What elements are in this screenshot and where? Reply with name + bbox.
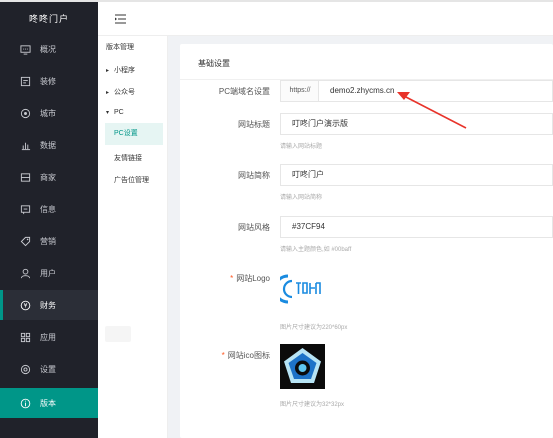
- bar-chart-icon: [20, 140, 31, 151]
- required-marker: *: [230, 274, 234, 283]
- nav-item-label: 概况: [40, 44, 56, 54]
- nav-item-label: 城市: [40, 108, 56, 118]
- settings-card: 基础设置: [180, 44, 553, 438]
- nav-item-marketing[interactable]: 营销: [0, 226, 98, 256]
- location-icon: [20, 108, 31, 119]
- nav-item-label: 商家: [40, 172, 56, 182]
- site-style-label: 网站风格: [238, 223, 270, 232]
- nav-item-overview[interactable]: 概况: [0, 34, 98, 64]
- nav-item-user[interactable]: 用户: [0, 258, 98, 288]
- submenu-group-label: 小程序: [114, 67, 135, 74]
- domain-label: PC端域名设置: [218, 87, 270, 96]
- store-icon: [20, 172, 31, 183]
- site-style-hint: 请输入主题颜色,如 #00baff: [280, 247, 352, 253]
- submenu-item-pc-settings[interactable]: PC设置: [105, 123, 163, 145]
- site-ico-hint: 图片尺寸建议为32*32px: [280, 402, 345, 408]
- nav-item-data[interactable]: 数据: [0, 130, 98, 160]
- submenu-placeholder: [105, 326, 131, 342]
- caret-down-icon: ▾: [106, 110, 110, 116]
- site-short-hint: 请输入网站简称: [280, 195, 323, 201]
- required-marker: *: [221, 351, 225, 360]
- svg-text:¥: ¥: [24, 302, 28, 309]
- nav-item-label: 营销: [40, 236, 56, 246]
- layout-icon: [20, 76, 31, 87]
- app-logo-title: 咚咚门户: [28, 14, 69, 24]
- monitor-icon: [20, 44, 31, 55]
- nav-item-city[interactable]: 城市: [0, 98, 98, 128]
- settings-icon: [20, 364, 31, 375]
- site-title-hint: 请输入网站标题: [280, 144, 323, 150]
- site-ico-label-text: 网站ico图标: [227, 351, 270, 360]
- info-icon: [20, 398, 31, 409]
- domain-prefix: https://: [280, 80, 319, 102]
- nav-item-label: 信息: [40, 204, 56, 214]
- tag-icon: [20, 236, 31, 247]
- site-ico-label: * 网站ico图标: [178, 350, 270, 361]
- site-short-input[interactable]: 叮咚门户: [280, 164, 553, 186]
- submenu-group-official-account[interactable]: ▸ 公众号: [106, 87, 135, 97]
- site-ico-image[interactable]: [280, 344, 325, 389]
- submenu-title: 版本管理: [106, 44, 134, 51]
- nav-item-label: 财务: [40, 300, 56, 310]
- submenu-group-miniprogram[interactable]: ▸ 小程序: [106, 65, 135, 75]
- domain-input[interactable]: demo2.zhycms.cn: [318, 80, 553, 102]
- site-logo-label-text: 网站Logo: [236, 274, 270, 283]
- site-short-label: 网站简称: [238, 171, 270, 180]
- nav-item-label: 装修: [40, 76, 56, 86]
- submenu-group-label: PC: [114, 109, 124, 116]
- site-logo-hint: 图片尺寸建议为220*60px: [280, 325, 348, 331]
- finance-icon: ¥: [20, 300, 31, 311]
- message-icon: [20, 204, 31, 215]
- nav-item-merchant[interactable]: 商家: [0, 162, 98, 192]
- caret-right-icon: ▸: [106, 90, 110, 96]
- nav-item-settings[interactable]: 设置: [0, 354, 98, 384]
- nav-item-decorate[interactable]: 装修: [0, 66, 98, 96]
- submenu-item-friend-links[interactable]: 友情链接: [114, 153, 142, 163]
- submenu-item-ad-management[interactable]: 广告位管理: [114, 175, 149, 185]
- site-logo-label: * 网站Logo: [178, 273, 270, 284]
- user-icon: [20, 268, 31, 279]
- site-style-input[interactable]: #37CF94: [280, 216, 553, 238]
- nav-item-label: 数据: [40, 140, 56, 150]
- site-title-label: 网站标题: [238, 120, 270, 129]
- nav-item-apps[interactable]: 应用: [0, 322, 98, 352]
- submenu-group-pc[interactable]: ▾ PC: [106, 109, 124, 116]
- nav-item-finance[interactable]: ¥ 财务: [0, 290, 98, 320]
- nav-item-info[interactable]: 信息: [0, 194, 98, 224]
- nav-item-version[interactable]: 版本: [0, 388, 98, 418]
- caret-right-icon: ▸: [106, 68, 110, 74]
- nav-item-label: 版本: [40, 398, 56, 408]
- apps-icon: [20, 332, 31, 343]
- nav-item-label: 应用: [40, 332, 56, 342]
- top-header: [98, 2, 553, 36]
- site-logo-image[interactable]: [273, 262, 325, 316]
- nav-item-label: 用户: [40, 268, 56, 278]
- section-title: 基础设置: [198, 59, 230, 68]
- site-title-input[interactable]: 叮咚门户演示版: [280, 113, 553, 135]
- menu-toggle-icon[interactable]: [115, 14, 126, 24]
- nav-item-label: 设置: [40, 364, 56, 374]
- submenu-group-label: 公众号: [114, 89, 135, 96]
